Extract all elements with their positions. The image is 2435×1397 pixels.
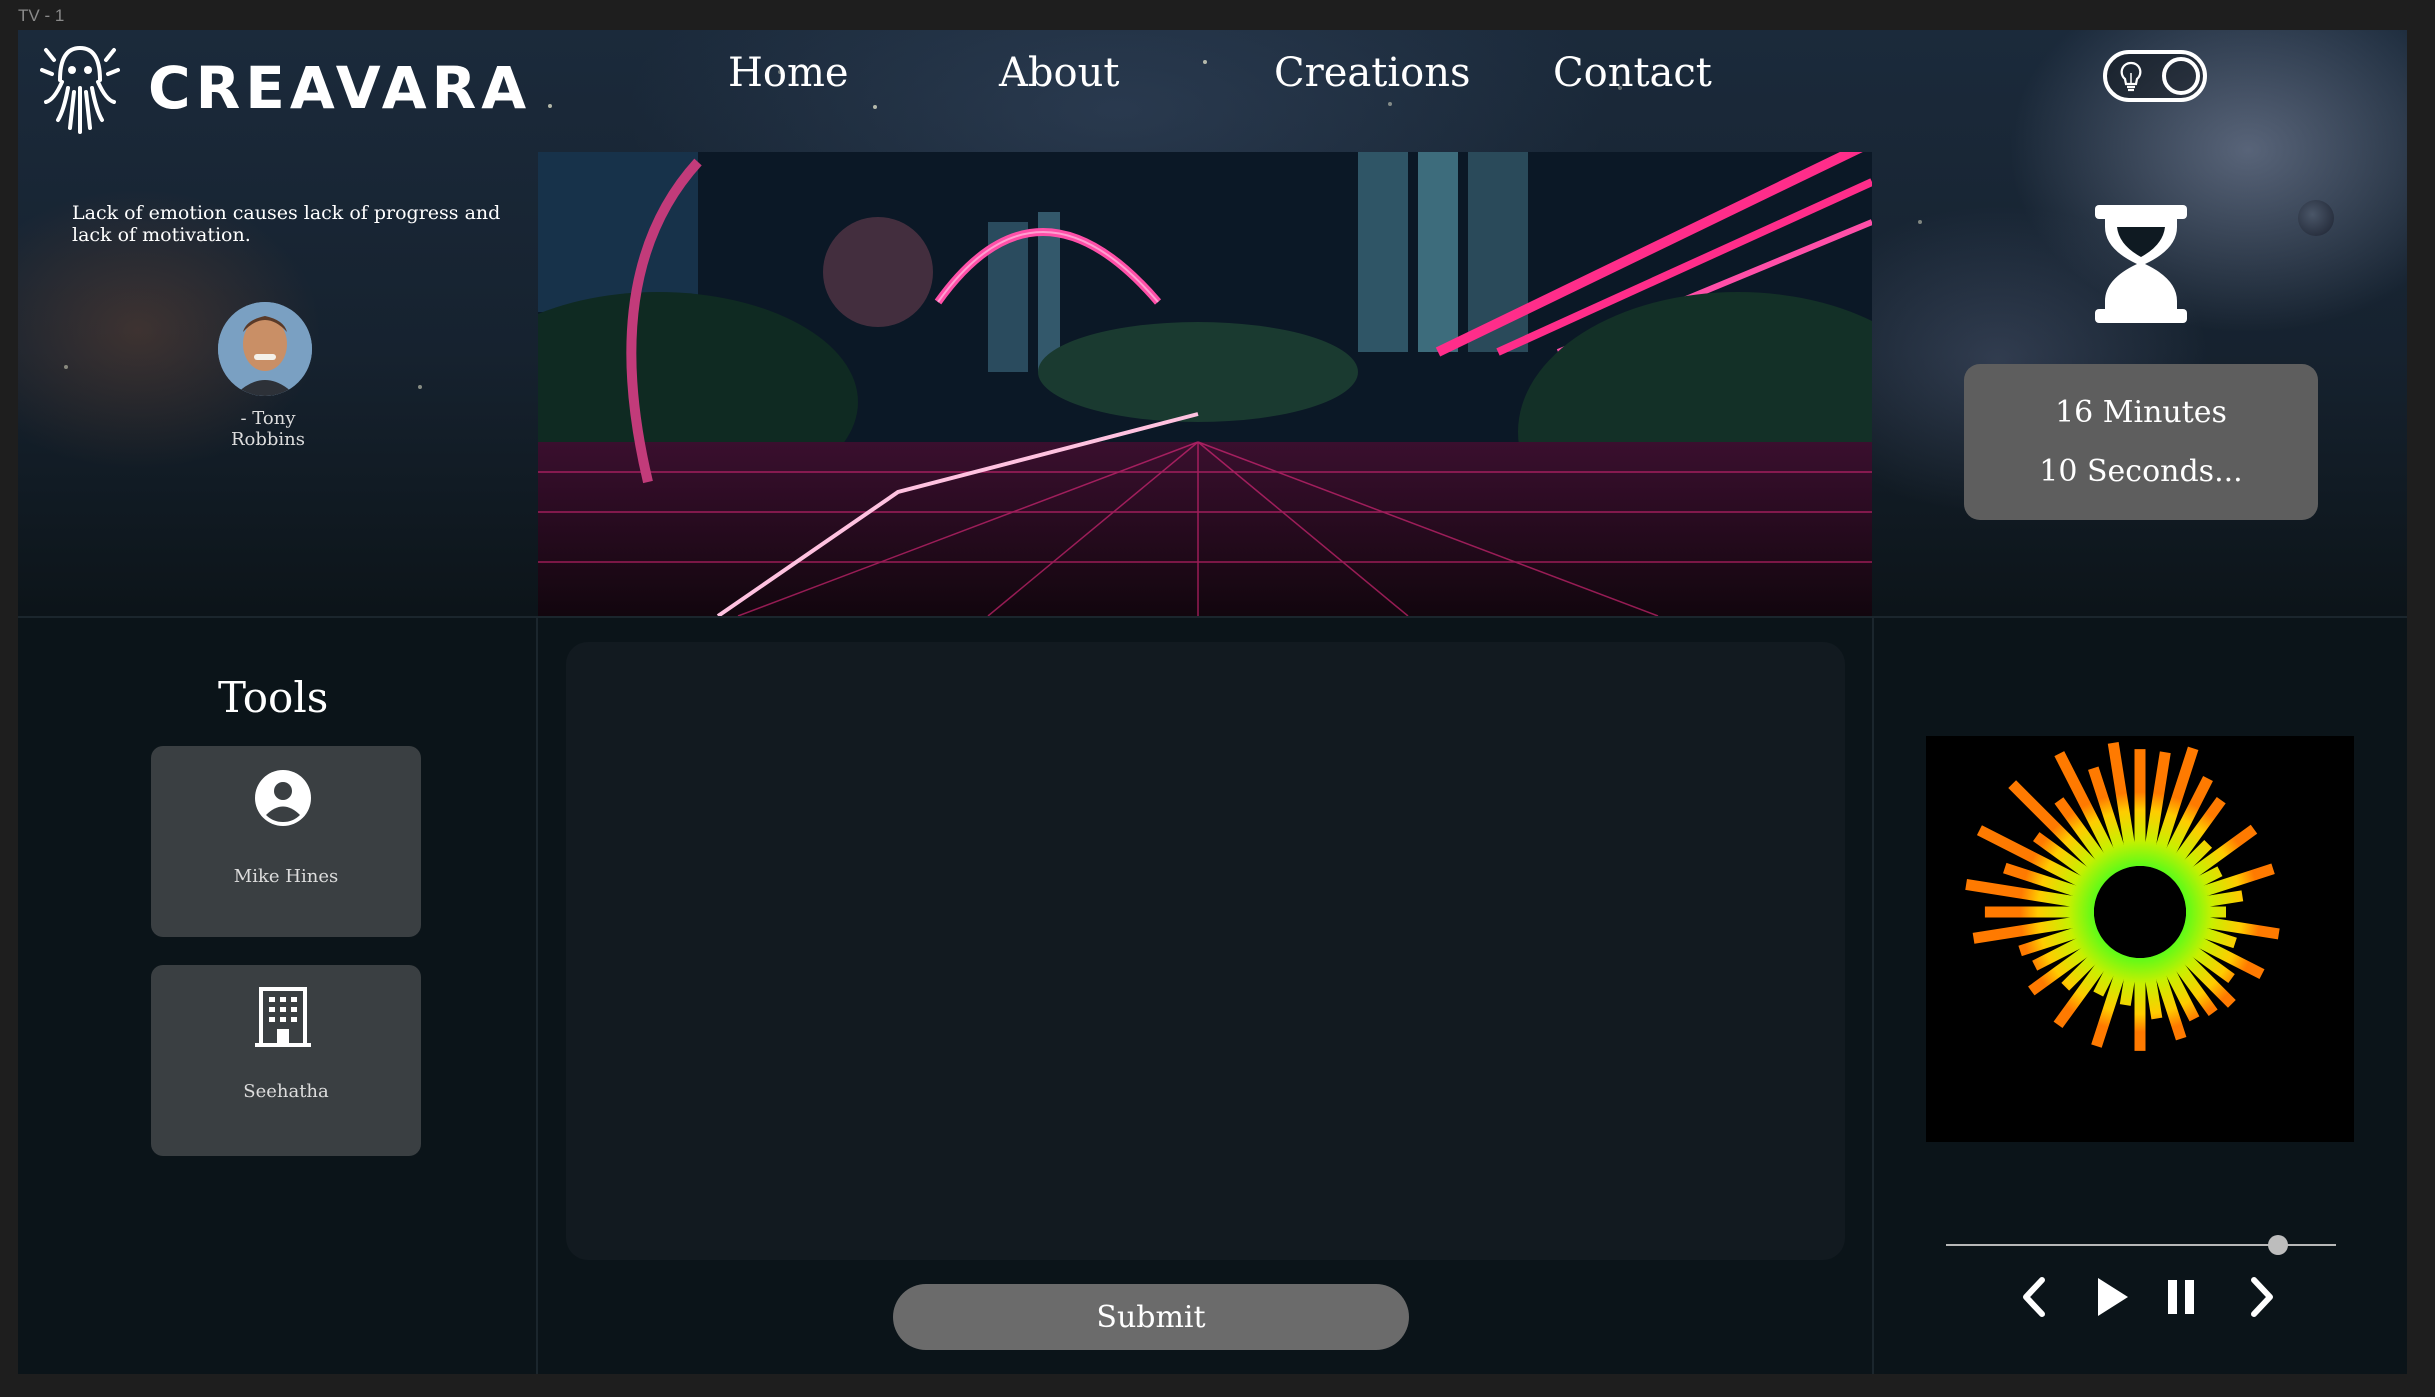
tool-label: Mike Hines xyxy=(233,866,339,887)
user-circle-icon xyxy=(255,770,311,826)
quote-author-avatar xyxy=(218,302,312,396)
quote-author: - Tony Robbins xyxy=(230,408,306,450)
moon-icon xyxy=(2298,200,2334,236)
column-divider-left xyxy=(536,616,538,1374)
nav-home[interactable]: Home xyxy=(728,50,849,96)
next-icon[interactable] xyxy=(2238,1270,2288,1324)
tool-label: Seehatha xyxy=(243,1081,329,1102)
building-icon xyxy=(255,987,311,1047)
nav-creations[interactable]: Creations xyxy=(1274,50,1470,96)
lightbulb-icon xyxy=(2120,61,2142,92)
column-divider-right xyxy=(1872,616,1874,1374)
brand-name: CREAVARA xyxy=(148,54,532,122)
app-frame: CREAVARA Home About Creations Contact La… xyxy=(18,30,2407,1374)
toggle-knob xyxy=(2162,57,2200,95)
seek-thumb[interactable] xyxy=(2267,1235,2288,1255)
frame-label: TV - 1 xyxy=(18,6,65,25)
face-image xyxy=(218,302,312,396)
submit-button[interactable]: Submit xyxy=(893,1284,1409,1350)
section-divider xyxy=(18,616,2407,618)
pause-icon[interactable] xyxy=(2156,1270,2206,1324)
tool-card-seehatha[interactable]: Seehatha xyxy=(151,965,421,1156)
play-icon[interactable] xyxy=(2086,1270,2136,1324)
logo[interactable]: CREAVARA xyxy=(40,40,531,136)
quote-text: Lack of emotion causes lack of progress … xyxy=(72,202,501,246)
main-text-input[interactable] xyxy=(566,642,1845,1260)
audio-visualizer xyxy=(1926,736,2354,1142)
tools-heading: Tools xyxy=(218,673,329,722)
hero-image xyxy=(538,152,1872,616)
radial-spectrum-graphic xyxy=(1965,742,2280,1051)
countdown-timer: 16 Minutes 10 Seconds... xyxy=(1964,364,2318,520)
previous-icon[interactable] xyxy=(2008,1270,2058,1324)
timer-seconds: 10 Seconds... xyxy=(2039,454,2243,489)
theme-toggle[interactable] xyxy=(2103,50,2207,102)
nav-about[interactable]: About xyxy=(999,50,1119,96)
nav-contact[interactable]: Contact xyxy=(1553,50,1712,96)
synthwave-city-illustration xyxy=(538,152,1872,616)
octopus-logo-icon xyxy=(40,45,120,134)
hourglass-icon xyxy=(2095,205,2187,323)
timer-minutes: 16 Minutes xyxy=(2055,395,2227,430)
tool-card-mike-hines[interactable]: Mike Hines xyxy=(151,746,421,937)
